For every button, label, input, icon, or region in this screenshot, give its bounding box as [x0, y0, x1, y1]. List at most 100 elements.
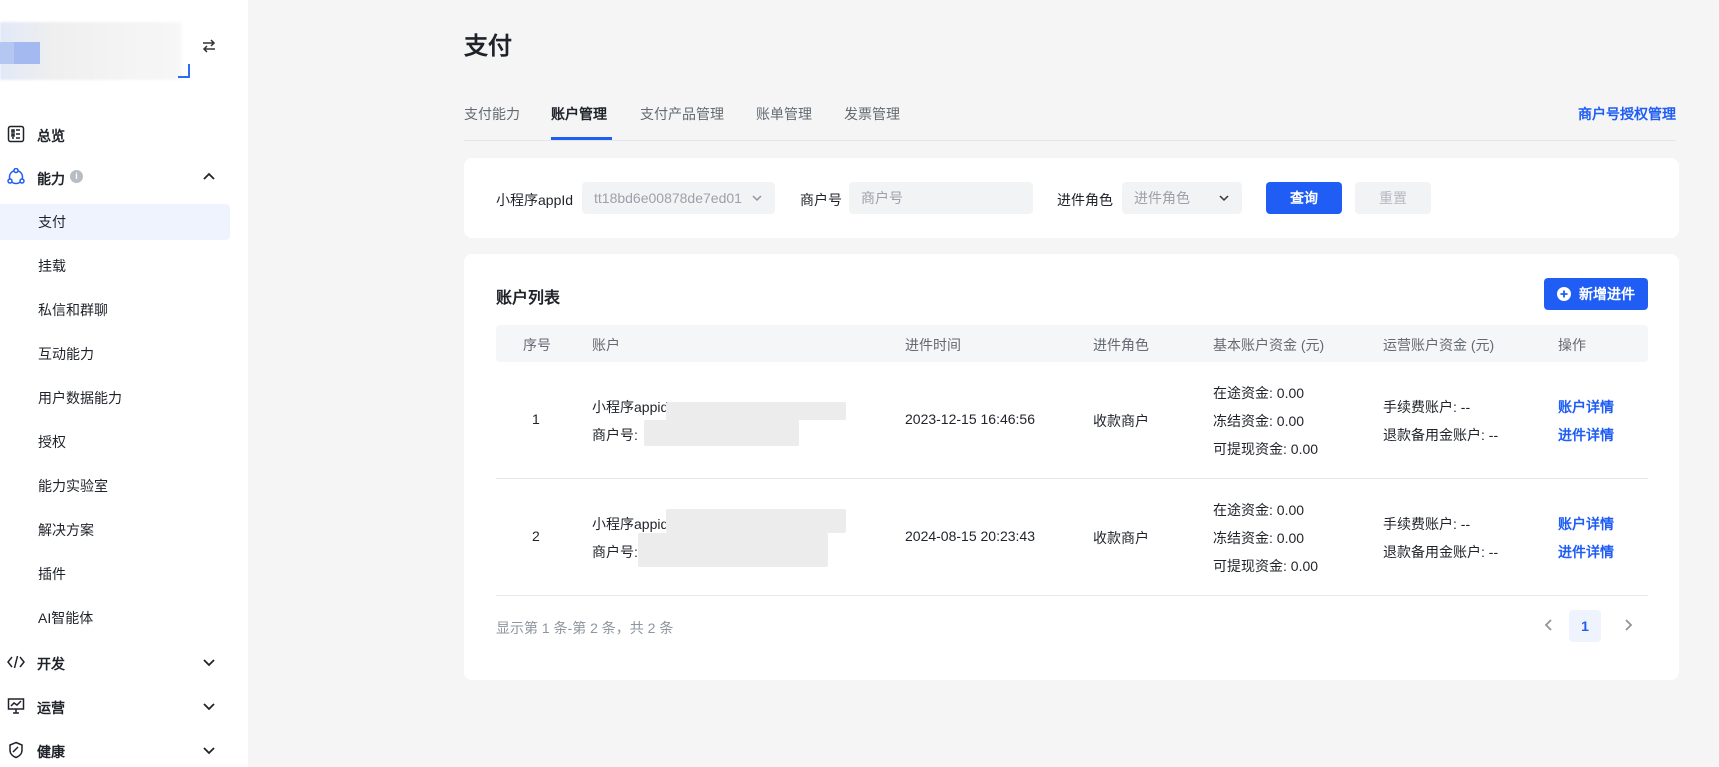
chevron-down-icon	[203, 747, 215, 755]
row-transit-funds: 在途资金: 0.00	[1213, 385, 1305, 401]
redacted-appid	[666, 509, 846, 533]
row-fee-account: 手续费账户: --	[1383, 516, 1471, 532]
role-placeholder: 进件角色	[1134, 190, 1190, 206]
chevron-down-icon	[752, 195, 762, 202]
role-select[interactable]: 进件角色	[1122, 182, 1242, 214]
dashboard-icon	[7, 125, 25, 143]
sidebar-item-auth[interactable]: 授权	[0, 424, 230, 460]
chevron-down-icon	[203, 659, 215, 667]
application-detail-link[interactable]: 进件详情	[1558, 425, 1614, 445]
row-time: 2023-12-15 16:46:56	[905, 411, 1035, 427]
app-logo[interactable]	[0, 16, 190, 80]
nav-group-operate[interactable]: 运营	[0, 686, 248, 726]
presentation-chart-icon	[7, 698, 25, 714]
sidebar-item-interaction[interactable]: 互动能力	[0, 336, 230, 372]
nav-group-label: 开发	[37, 656, 65, 672]
row-frozen-funds: 冻结资金: 0.00	[1213, 413, 1305, 429]
pagination-next-button[interactable]	[1614, 610, 1642, 640]
col-index: 序号	[523, 337, 551, 353]
chevron-right-icon	[1625, 619, 1633, 631]
merchant-input[interactable]: 商户号	[849, 182, 1033, 214]
row-frozen-funds: 冻结资金: 0.00	[1213, 530, 1305, 546]
sidebar-item-pay[interactable]: 支付	[0, 204, 230, 240]
chevron-up-icon	[203, 172, 215, 180]
active-tab-indicator	[551, 137, 612, 140]
nav-group-label: 总览	[37, 128, 65, 144]
code-icon	[7, 655, 25, 669]
merchant-placeholder: 商户号	[861, 190, 903, 206]
page-title: 支付	[464, 33, 512, 60]
row-merchant: 商户号:	[592, 427, 638, 443]
sidebar-item-user-data[interactable]: 用户数据能力	[0, 380, 230, 416]
nav-group-develop[interactable]: 开发	[0, 642, 248, 682]
account-list-panel: 账户列表 新增进件 序号 账户 进件时间 进件角色 基本账户资金 (元) 运营账…	[464, 254, 1679, 680]
add-button-label: 新增进件	[1579, 286, 1635, 302]
row-merchant: 商户号:	[592, 544, 638, 560]
row-withdrawable-funds: 可提现资金: 0.00	[1213, 441, 1319, 457]
appid-label: 小程序appId	[496, 192, 574, 208]
plus-circle-icon	[1557, 287, 1571, 301]
nav-group-capability[interactable]: 能力 i	[0, 157, 248, 197]
sidebar-item-solutions[interactable]: 解决方案	[0, 512, 230, 548]
add-application-button[interactable]: 新增进件	[1544, 278, 1648, 310]
filter-panel: 小程序appId tt18bd6e00878de7ed01 商户号 商户号 进件…	[464, 158, 1679, 238]
account-detail-link[interactable]: 账户详情	[1558, 514, 1614, 534]
leaf-shield-icon	[9, 741, 23, 759]
tab-pay-capability[interactable]: 支付能力	[464, 104, 520, 124]
account-detail-link[interactable]: 账户详情	[1558, 397, 1614, 417]
nav-group-health[interactable]: 健康	[0, 730, 248, 767]
row-role: 收款商户	[1093, 413, 1149, 429]
row-time: 2024-08-15 20:23:43	[905, 528, 1035, 544]
row-withdrawable-funds: 可提现资金: 0.00	[1213, 558, 1319, 574]
row-appid: 小程序appid:	[592, 399, 673, 415]
chevron-down-icon	[203, 703, 215, 711]
sidebar-item-lab[interactable]: 能力实验室	[0, 468, 230, 504]
nav-group-label: 能力	[37, 171, 65, 187]
redacted-merchant-id	[644, 420, 799, 446]
appid-select[interactable]: tt18bd6e00878de7ed01	[582, 182, 775, 214]
table-header: 序号 账户 进件时间 进件角色 基本账户资金 (元) 运营账户资金 (元) 操作	[496, 325, 1648, 362]
appid-value: tt18bd6e00878de7ed01	[594, 190, 742, 206]
switch-app-icon[interactable]	[199, 36, 219, 56]
application-detail-link[interactable]: 进件详情	[1558, 542, 1614, 562]
row-appid: 小程序appid	[592, 516, 669, 532]
merchant-auth-link[interactable]: 商户号授权管理	[1578, 104, 1676, 124]
sidebar-item-mount[interactable]: 挂载	[0, 248, 230, 284]
table-row: 2 小程序appid 商户号: 2024-08-15 20:23:43 收款商户…	[496, 479, 1648, 596]
tab-invoices[interactable]: 发票管理	[844, 104, 900, 124]
info-icon[interactable]: i	[70, 170, 83, 183]
col-account: 账户	[592, 337, 620, 353]
col-role: 进件角色	[1093, 337, 1149, 353]
nav-group-label: 健康	[37, 744, 65, 760]
tab-bills[interactable]: 账单管理	[756, 104, 812, 124]
redacted-merchant-id	[638, 533, 828, 567]
reset-button[interactable]: 重置	[1355, 182, 1431, 214]
role-label: 进件角色	[1057, 192, 1113, 208]
tab-account-management[interactable]: 账户管理	[551, 104, 607, 124]
pagination-prev-button[interactable]	[1535, 610, 1563, 640]
tab-bar: 支付能力 账户管理 支付产品管理 账单管理 发票管理	[464, 94, 1676, 141]
col-operating-funds: 运营账户资金 (元)	[1383, 337, 1495, 353]
query-button[interactable]: 查询	[1266, 182, 1342, 214]
redacted-appid	[666, 402, 846, 420]
col-time: 进件时间	[905, 337, 961, 353]
sidebar-item-messages[interactable]: 私信和群聊	[0, 292, 230, 328]
list-title: 账户列表	[496, 290, 561, 307]
nav-group-label: 运营	[37, 700, 65, 716]
table-row: 1 小程序appid: 商户号: 2023-12-15 16:46:56 收款商…	[496, 362, 1648, 479]
sidebar-item-ai-agent[interactable]: AI智能体	[0, 600, 230, 636]
pagination-page-1[interactable]: 1	[1569, 610, 1601, 642]
pagination-summary: 显示第 1 条-第 2 条，共 2 条	[496, 620, 674, 636]
capability-icon	[7, 168, 25, 185]
tab-pay-products[interactable]: 支付产品管理	[640, 104, 724, 124]
sidebar: 总览 能力 i 支付 挂载 私信和群聊 互动能力 用户数据能力 授权 能力实验室…	[0, 0, 248, 767]
sidebar-item-plugins[interactable]: 插件	[0, 556, 230, 592]
nav-group-overview[interactable]: 总览	[0, 114, 248, 154]
row-role: 收款商户	[1093, 530, 1149, 546]
chevron-down-icon	[1219, 195, 1229, 202]
col-actions: 操作	[1558, 337, 1586, 353]
row-fee-account: 手续费账户: --	[1383, 399, 1471, 415]
row-index: 2	[532, 528, 540, 544]
row-refund-account: 退款备用金账户: --	[1383, 427, 1499, 443]
row-transit-funds: 在途资金: 0.00	[1213, 502, 1305, 518]
